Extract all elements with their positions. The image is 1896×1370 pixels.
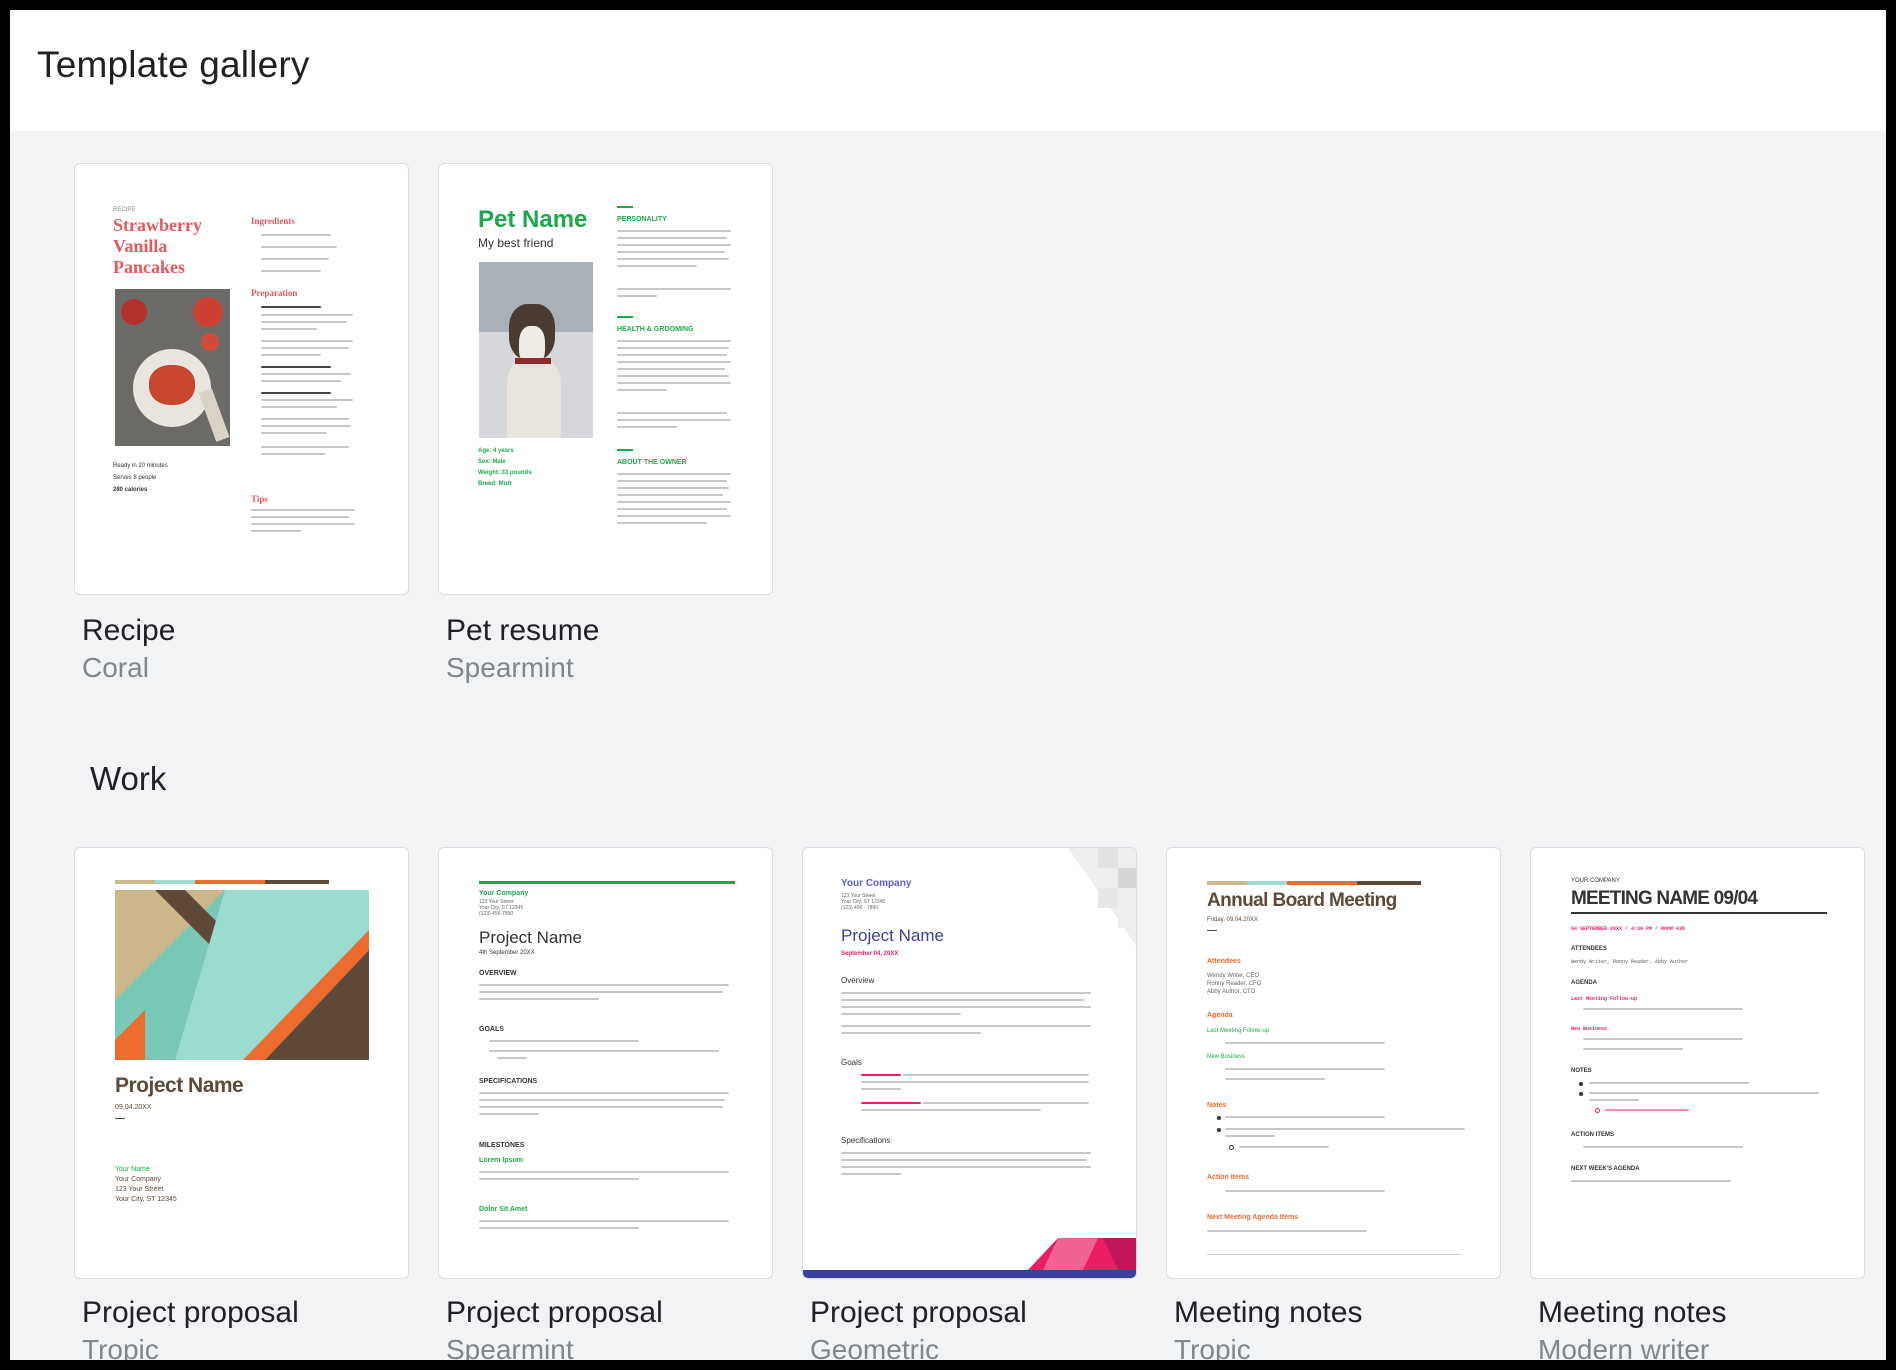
modern-notes-action-items: ACTION ITEMS — [1571, 1132, 1614, 1138]
modern-notes-next-agenda: NEXT WEEK'S AGENDA — [1571, 1166, 1640, 1172]
geometric-specifications: Specifications — [841, 1136, 891, 1145]
gallery-header: Template gallery — [10, 10, 1886, 131]
template-title: Meeting notes — [1174, 1296, 1363, 1329]
pet-personality-heading: PERSONALITY — [617, 216, 667, 223]
tropic-proposal-title: Project Name — [115, 1074, 244, 1097]
template-card-project-proposal-spearmint[interactable]: Your Company 123 Your Street Your City, … — [438, 847, 773, 1279]
modern-notes-new-business: New Business — [1571, 1026, 1608, 1032]
recipe-calories: 280 calories — [113, 487, 148, 493]
template-subtitle: Tropic — [1174, 1334, 1251, 1360]
recipe-tips-heading: Tips — [251, 494, 268, 504]
modern-notes-meta: 04 SEPTEMBER 20XX / 4:30 PM / ROOM 436 — [1571, 926, 1686, 932]
tropic-proposal-street: 123 Your Street — [115, 1186, 164, 1193]
tropic-notes-followup: Last Meeting Follow-up — [1207, 1028, 1270, 1034]
modern-notes-agenda: AGENDA — [1571, 980, 1598, 986]
pet-photo — [479, 262, 593, 438]
template-title: Project proposal — [810, 1296, 1027, 1329]
tropic-proposal-date: 09.04.20XX — [115, 1104, 152, 1111]
template-card-meeting-notes-modern-writer[interactable]: YOUR COMPANY MEETING NAME 09/04 04 SEPTE… — [1530, 847, 1865, 1279]
template-subtitle: Spearmint — [446, 1334, 574, 1360]
spearmint-milestone-1: Lorem Ipsum — [479, 1157, 523, 1164]
geometric-overview: Overview — [841, 976, 875, 985]
tropic-cover-art — [115, 890, 369, 1060]
recipe-serves: Serves 8 people — [113, 475, 157, 481]
recipe-preparation-heading: Preparation — [251, 288, 298, 298]
recipe-photo — [115, 289, 230, 446]
template-title: Pet resume — [446, 614, 600, 647]
pet-breed: Breed: Mutt — [478, 481, 512, 487]
tropic-proposal-name: Your Name — [115, 1166, 150, 1173]
recipe-preview-title: Strawberry Vanilla Pancakes — [113, 215, 202, 277]
recipe-kicker: RECIPE — [113, 207, 136, 213]
template-subtitle: Geometric — [810, 1334, 940, 1360]
pet-age: Age: 4 years — [478, 448, 514, 454]
modern-notes-company: YOUR COMPANY — [1571, 878, 1620, 884]
tropic-notes-attendees: Attendees — [1207, 958, 1241, 965]
recipe-ready: Ready in 20 minutes — [113, 463, 168, 469]
geometric-goals: Goals — [841, 1058, 862, 1067]
spearmint-goals: GOALS — [479, 1026, 504, 1033]
spearmint-title: Project Name — [479, 928, 582, 947]
template-card-project-proposal-tropic[interactable]: Project Name 09.04.20XX Your Name Your C… — [74, 847, 409, 1279]
template-subtitle: Coral — [82, 652, 149, 683]
template-subtitle: Spearmint — [446, 652, 574, 683]
spearmint-company: Your Company — [479, 890, 529, 897]
template-title: Project proposal — [446, 1296, 663, 1329]
tropic-proposal-company: Your Company — [115, 1176, 162, 1183]
template-card-meeting-notes-tropic[interactable]: Annual Board Meeting Friday, 09.04.20XX … — [1166, 847, 1501, 1279]
pet-health-heading: HEALTH & GROOMING — [617, 326, 694, 333]
modern-notes-attendees: ATTENDEES — [1571, 946, 1607, 952]
template-title: Recipe — [82, 614, 176, 647]
section-title-work: Work — [90, 760, 167, 797]
modern-notes-attendee-list: Wendy Writer, Ronny Reader, Abby Author — [1571, 959, 1689, 965]
tropic-notes-date: Friday, 09.04.20XX — [1207, 917, 1258, 923]
geometric-date: September 04, 20XX — [841, 951, 899, 957]
tropic-notes-attendee-2: Ronny Reader, CFO — [1207, 981, 1262, 987]
template-subtitle: Modern writer — [1538, 1334, 1710, 1360]
geometric-corner-art — [1068, 848, 1136, 946]
modern-notes-notes: NOTES — [1571, 1068, 1592, 1074]
template-card-recipe[interactable]: RECIPE Strawberry Vanilla Pancakes Ready… — [74, 163, 409, 595]
tropic-notes-title: Annual Board Meeting — [1207, 890, 1397, 911]
template-subtitle: Tropic — [82, 1334, 159, 1360]
modern-notes-title: MEETING NAME 09/04 — [1571, 888, 1758, 909]
tropic-notes-new-business: New Business — [1207, 1054, 1246, 1060]
pet-weight: Weight: 33 pounds — [478, 470, 532, 476]
page-title: Template gallery — [37, 44, 310, 85]
tropic-notes-action-items: Action Items — [1207, 1174, 1250, 1181]
spearmint-specifications: SPECIFICATIONS — [479, 1078, 538, 1085]
tropic-notes-notes: Notes — [1207, 1102, 1227, 1109]
geometric-phone: (123) 456 - 7890 — [841, 905, 878, 911]
template-title: Meeting notes — [1538, 1296, 1727, 1329]
recipe-ingredients-heading: Ingredients — [251, 216, 295, 226]
template-title: Project proposal — [82, 1296, 299, 1329]
spearmint-milestone-2: Dolor Sit Amet — [479, 1206, 528, 1213]
geometric-footer-art — [803, 1238, 1136, 1278]
geometric-title: Project Name — [841, 926, 944, 945]
modern-notes-followup: Last Meeting Follow-up — [1571, 996, 1638, 1002]
pet-tagline: My best friend — [478, 236, 554, 250]
template-card-pet-resume[interactable]: Pet Name My best friend Age: 4 years Sex… — [438, 163, 773, 595]
pet-sex: Sex: Male — [478, 459, 506, 465]
pet-owner-heading: ABOUT THE OWNER — [617, 459, 687, 466]
geometric-company: Your Company — [841, 878, 912, 889]
tropic-notes-agenda: Agenda — [1207, 1012, 1233, 1019]
spearmint-phone: (123) 456-7890 — [479, 911, 514, 917]
tropic-notes-attendee-3: Abby Author, CTO — [1207, 989, 1256, 995]
tropic-proposal-city: Your City, ST 12345 — [115, 1196, 177, 1203]
spearmint-date: 4th September 20XX — [479, 950, 535, 956]
template-gallery-page: Template gallery RECIPE Strawberry Vanil… — [10, 10, 1886, 1360]
spearmint-overview: OVERVIEW — [479, 970, 517, 977]
template-card-project-proposal-geometric[interactable]: Your Company 123 Your Street Your City, … — [802, 847, 1137, 1279]
tropic-notes-attendee-1: Wendy Writer, CEO — [1207, 973, 1260, 979]
spearmint-milestones: MILESTONES — [479, 1142, 525, 1149]
pet-name: Pet Name — [478, 206, 588, 233]
tropic-notes-next-agenda: Next Meeting Agenda Items — [1207, 1214, 1299, 1221]
